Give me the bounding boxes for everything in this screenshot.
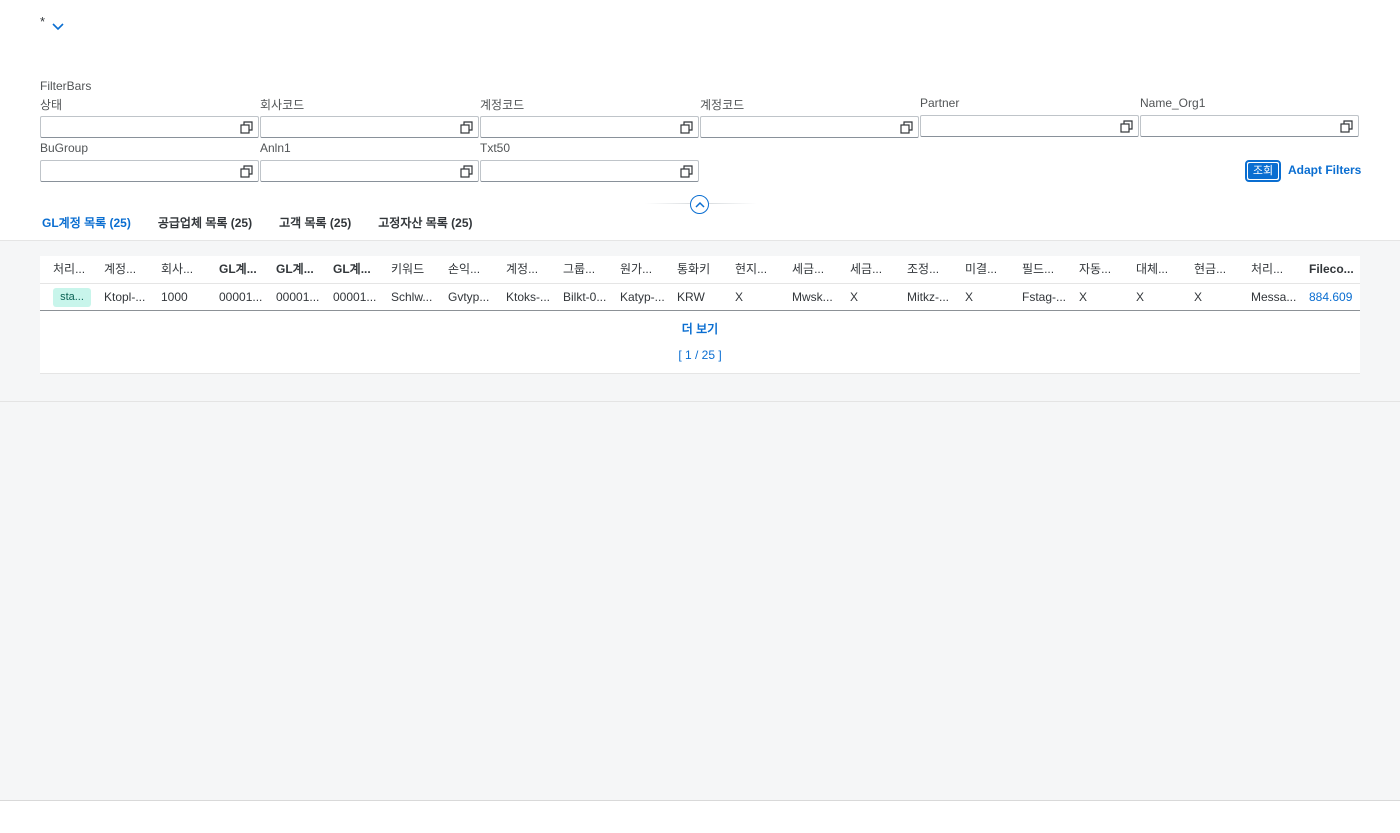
column-header[interactable]: GL계...	[276, 256, 326, 282]
filter-label-txt50: Txt50	[480, 141, 511, 155]
column-header[interactable]: 필드...	[1022, 256, 1072, 282]
table-cell: X	[1079, 290, 1088, 304]
footer-divider	[0, 800, 1400, 801]
column-header[interactable]: 키워드	[391, 256, 441, 282]
column-header[interactable]: 처리...	[1251, 256, 1301, 282]
filter-input-txt50[interactable]	[480, 160, 699, 182]
filter-input-account-code-2[interactable]	[700, 116, 919, 138]
page-title: *	[40, 14, 46, 29]
table-row[interactable]: sta... Ktopl-... 1000 00001... 00001... …	[40, 284, 1360, 311]
value-help-icon[interactable]	[240, 165, 253, 178]
table-cell: Bilkt-0...	[563, 290, 607, 304]
table-cell: Fstag-...	[1022, 290, 1067, 304]
table-cell: X	[1194, 290, 1203, 304]
table-cell: X	[735, 290, 744, 304]
column-header[interactable]: 현지...	[735, 256, 785, 282]
filter-label-company-code: 회사코드	[260, 98, 305, 112]
page: * FilterBars 상태 회사코드 계정코드 계정코드 Partner N…	[0, 0, 1400, 833]
filter-label-anln1: Anln1	[260, 141, 291, 155]
value-help-icon[interactable]	[680, 165, 693, 178]
filter-label-bugroup: BuGroup	[40, 141, 89, 155]
column-header[interactable]: 대체...	[1136, 256, 1186, 282]
tab-bar: GL계정 목록 (25) 공급업체 목록 (25) 고객 목록 (25) 고정자…	[40, 208, 498, 244]
filter-input-account-code[interactable]	[480, 116, 699, 138]
status-badge: sta...	[53, 288, 91, 307]
filter-input-anln1[interactable]	[260, 160, 479, 182]
column-header[interactable]: 계정...	[104, 256, 154, 282]
table-cell: Katyp-...	[620, 290, 665, 304]
column-header[interactable]: 손익...	[448, 256, 498, 282]
filter-input-name-org1[interactable]	[1140, 115, 1359, 137]
tab-customers[interactable]: 고객 목록 (25)	[277, 208, 353, 241]
filter-input-bugroup[interactable]	[40, 160, 259, 182]
filter-input-status[interactable]	[40, 116, 259, 138]
search-button-label: 조회	[1248, 163, 1278, 179]
filter-input-company-code[interactable]	[260, 116, 479, 138]
value-help-icon[interactable]	[680, 121, 693, 134]
filter-label-account-code-2: 계정코드	[700, 98, 745, 112]
column-header[interactable]: 미결...	[965, 256, 1015, 282]
table-cell: Gvtyp...	[448, 290, 490, 304]
filter-input-partner[interactable]	[920, 115, 1139, 137]
column-header[interactable]: 세금...	[850, 256, 900, 282]
value-help-icon[interactable]	[460, 121, 473, 134]
table-cell: 00001...	[276, 290, 320, 304]
value-help-icon[interactable]	[1120, 120, 1133, 133]
tab-fixed-assets[interactable]: 고정자산 목록 (25)	[376, 208, 474, 241]
page-header: *	[40, 14, 65, 38]
chevron-down-icon[interactable]	[51, 22, 65, 32]
column-header[interactable]: 조정...	[907, 256, 957, 282]
tab-vendors[interactable]: 공급업체 목록 (25)	[156, 208, 254, 241]
table-cell: Ktopl-...	[104, 290, 146, 304]
filter-label-partner: Partner	[920, 96, 960, 110]
column-header[interactable]: 자동...	[1079, 256, 1129, 282]
filterbar-title: FilterBars	[40, 79, 92, 93]
column-header[interactable]: GL계...	[333, 256, 383, 282]
table-cell: Mitkz-...	[907, 290, 949, 304]
filter-label-name-org1: Name_Org1	[1140, 96, 1206, 110]
value-help-icon[interactable]	[1340, 120, 1353, 133]
value-help-icon[interactable]	[900, 121, 913, 134]
chevron-up-icon	[695, 201, 705, 208]
table-cell: X	[965, 290, 974, 304]
gl-account-table: 처리... 계정... 회사... GL계... GL계... GL계... 키…	[40, 256, 1360, 374]
table-cell-link[interactable]: 884.609	[1309, 284, 1359, 310]
load-more-button[interactable]: 더 보기	[40, 320, 1360, 338]
load-more-count: [ 1 / 25 ]	[678, 348, 722, 362]
column-header[interactable]: GL계...	[219, 256, 269, 282]
column-header[interactable]: 원가...	[620, 256, 670, 282]
table-cell: X	[850, 290, 859, 304]
collapse-header-button[interactable]	[690, 195, 709, 214]
table-cell: Mwsk...	[792, 290, 833, 304]
table-header: 처리... 계정... 회사... GL계... GL계... GL계... 키…	[40, 256, 1360, 284]
filter-label-status: 상태	[40, 98, 63, 112]
filter-label-account-code: 계정코드	[480, 98, 525, 112]
table-cell: Schlw...	[391, 290, 433, 304]
table-cell: 00001...	[219, 290, 263, 304]
column-header[interactable]: 통화키	[677, 256, 727, 282]
column-header[interactable]: 그룹...	[563, 256, 613, 282]
table-cell: 1000	[161, 290, 188, 304]
table-cell: X	[1136, 290, 1145, 304]
search-button[interactable]: 조회	[1245, 160, 1281, 182]
column-header[interactable]: 계정...	[506, 256, 556, 282]
column-header[interactable]: Fileco...	[1309, 256, 1359, 282]
table-cell: 00001...	[333, 290, 377, 304]
column-header[interactable]: 세금...	[792, 256, 842, 282]
content-divider	[0, 401, 1400, 402]
value-help-icon[interactable]	[240, 121, 253, 134]
table-cell: Messa...	[1251, 290, 1297, 304]
table-cell: KRW	[677, 290, 705, 304]
adapt-filters-button[interactable]: Adapt Filters	[1288, 163, 1361, 177]
column-header[interactable]: 처리...	[53, 256, 97, 282]
tab-gl-accounts[interactable]: GL계정 목록 (25)	[40, 208, 133, 244]
table-cell: Ktoks-...	[506, 290, 551, 304]
column-header[interactable]: 회사...	[161, 256, 211, 282]
column-header[interactable]: 현금...	[1194, 256, 1244, 282]
value-help-icon[interactable]	[460, 165, 473, 178]
